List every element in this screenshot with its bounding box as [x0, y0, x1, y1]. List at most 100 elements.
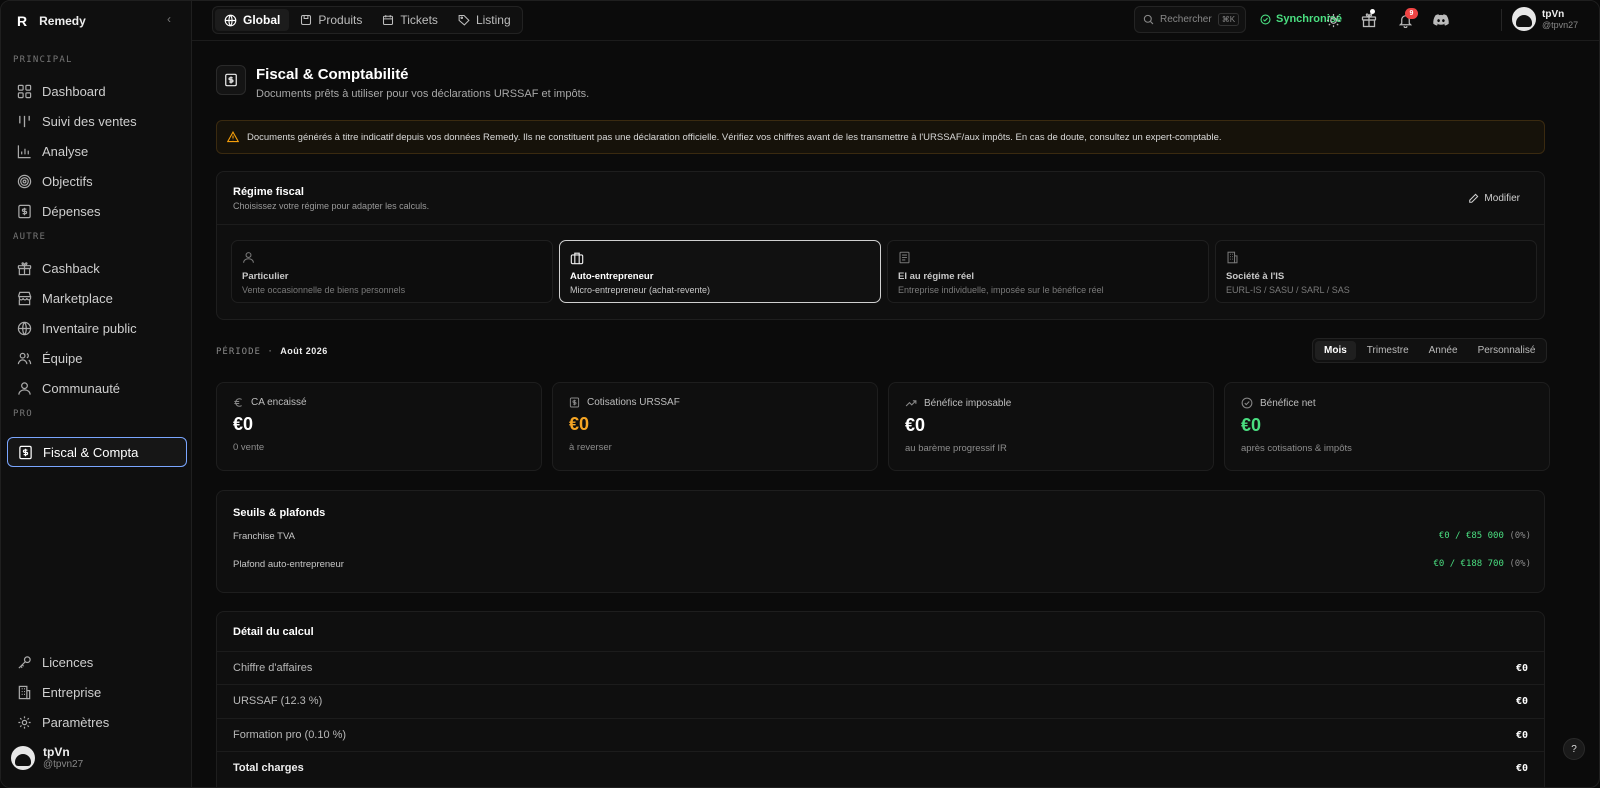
discord-icon[interactable]	[1432, 11, 1450, 29]
briefcase-icon	[570, 251, 870, 267]
regime-option-societe-is[interactable]: Société à l'IS EURL-IS / SASU / SARL / S…	[1215, 240, 1537, 303]
grid-icon	[16, 83, 32, 99]
brand[interactable]: R Remedy	[17, 11, 86, 31]
euro-icon	[233, 397, 244, 408]
stat-label: Cotisations URSSAF	[587, 397, 680, 408]
detail-value: €0	[1515, 695, 1528, 707]
avatar	[11, 745, 35, 770]
globe-icon	[224, 14, 237, 27]
store-icon	[16, 290, 32, 306]
detail-label: Chiffre d'affaires	[233, 662, 313, 674]
sidebar-item-analyse[interactable]: Analyse	[7, 136, 187, 166]
user-name: tpVn	[43, 745, 70, 759]
sidebar-item-label: Équipe	[42, 350, 83, 366]
check-circle-icon	[1260, 13, 1271, 25]
sidebar-item-dashboard[interactable]: Dashboard	[7, 76, 187, 106]
tab-listing[interactable]: Listing	[449, 9, 520, 31]
stat-sub: 0 vente	[233, 442, 265, 453]
topbar-user[interactable]: tpVn @tpvn27	[1512, 7, 1578, 31]
period-option-trimestre[interactable]: Trimestre	[1358, 341, 1418, 360]
modify-button[interactable]: Modifier	[1468, 193, 1520, 204]
collapse-sidebar-icon[interactable]: ‹	[167, 12, 171, 26]
warning-banner: Documents générés à titre indicatif depu…	[216, 120, 1545, 154]
gift-dot	[1370, 9, 1375, 14]
regime-option-sub: Entreprise individuelle, imposée sur le …	[898, 285, 1104, 295]
sidebar-item-label: Cashback	[42, 260, 100, 276]
gift-icon[interactable]	[1360, 11, 1378, 29]
detail-row: Total charges €0	[217, 751, 1544, 784]
users-icon	[16, 350, 32, 366]
section-principal: PRINCIPAL	[13, 55, 73, 65]
user-icon	[16, 380, 32, 396]
globe-icon	[16, 320, 32, 336]
check-circle-icon	[1241, 397, 1253, 409]
sidebar-user[interactable]: tpVn @tpvn27	[11, 745, 83, 770]
theme-toggle-sun-icon[interactable]	[1324, 11, 1342, 29]
seuil-value: €0 / €188 700 (0%)	[1433, 559, 1531, 570]
sidebar-item-objectifs[interactable]: Objectifs	[7, 166, 187, 196]
regime-subtitle: Choisissez votre régime pour adapter les…	[233, 201, 430, 211]
main-content: Fiscal & Comptabilité Documents prêts à …	[192, 41, 1599, 787]
period-option-annee[interactable]: Année	[1420, 341, 1467, 360]
page-title: Fiscal & Comptabilité	[256, 66, 409, 83]
sidebar-item-cashback[interactable]: Cashback	[7, 253, 187, 283]
sidebar-item-label: Dépenses	[42, 203, 101, 219]
seuil-label: Plafond auto-entrepreneur	[233, 559, 344, 570]
period-prefix: PÉRIODE ·	[216, 347, 274, 357]
sidebar-item-licences[interactable]: Licences	[7, 647, 187, 677]
sidebar-item-label: Entreprise	[42, 684, 102, 700]
regime-option-particulier[interactable]: Particulier Vente occasionnelle de biens…	[231, 240, 553, 303]
sidebar-item-label: Suivi des ventes	[42, 113, 137, 129]
sidebar-item-fiscal[interactable]: Fiscal & Compta	[7, 437, 187, 467]
search-input[interactable]: Rechercher ⌘K	[1134, 6, 1246, 33]
regime-option-sub: EURL-IS / SASU / SARL / SAS	[1226, 285, 1350, 295]
regime-option-sub: Vente occasionnelle de biens personnels	[242, 285, 406, 295]
sidebar-item-label: Communauté	[42, 380, 121, 396]
stats-row: CA encaissé €0 0 vente Cotisations URSSA…	[216, 382, 1550, 471]
sidebar-item-label: Objectifs	[42, 173, 93, 189]
sidebar-item-label: Licences	[42, 654, 94, 670]
sidebar-item-communaute[interactable]: Communauté	[7, 373, 187, 403]
stat-value: €0	[569, 414, 590, 434]
seuils-title: Seuils & plafonds	[233, 507, 326, 519]
tab-label: Tickets	[400, 13, 438, 27]
sidebar: R Remedy ‹ PRINCIPAL Dashboard Suivi des…	[1, 1, 192, 787]
regime-option-ei-reel[interactable]: EI au régime réel Entreprise individuell…	[887, 240, 1209, 303]
sidebar-item-equipe[interactable]: Équipe	[7, 343, 187, 373]
user-handle: @tpvn27	[43, 759, 84, 770]
tab-label: Global	[243, 13, 281, 27]
regime-option-auto-entrepreneur[interactable]: Auto-entrepreneur Micro-entrepreneur (ac…	[559, 240, 881, 303]
sidebar-item-label: Fiscal & Compta	[43, 444, 139, 460]
period-option-mois[interactable]: Mois	[1315, 341, 1356, 360]
sidebar-item-depenses[interactable]: Dépenses	[7, 196, 187, 226]
section-autre: AUTRE	[13, 232, 47, 242]
tab-produits[interactable]: Produits	[291, 9, 371, 31]
sidebar-item-entreprise[interactable]: Entreprise	[7, 677, 187, 707]
period-option-personnalise[interactable]: Personnalisé	[1469, 341, 1545, 360]
help-button[interactable]: ?	[1563, 738, 1585, 760]
sidebar-item-suivi-ventes[interactable]: Suivi des ventes	[7, 106, 187, 136]
card-divider	[217, 224, 1544, 225]
tab-global[interactable]: Global	[215, 9, 290, 31]
page-subtitle: Documents prêts à utiliser pour vos décl…	[256, 88, 590, 100]
section-pro: PRO	[13, 409, 33, 419]
sidebar-item-inventaire[interactable]: Inventaire public	[7, 313, 187, 343]
stat-value: €0	[1241, 415, 1262, 435]
regime-title: Régime fiscal	[233, 186, 304, 198]
detail-label: URSSAF (12.3 %)	[233, 695, 323, 707]
regime-option-sub: Micro-entrepreneur (achat-revente)	[570, 285, 711, 295]
app-window: R Remedy ‹ PRINCIPAL Dashboard Suivi des…	[0, 0, 1600, 788]
sidebar-item-parametres[interactable]: Paramètres	[7, 707, 187, 737]
building-icon	[1226, 251, 1526, 267]
modify-label: Modifier	[1484, 193, 1520, 204]
regime-option-title: EI au régime réel	[898, 271, 975, 282]
regime-card: Régime fiscal Choisissez votre régime po…	[216, 171, 1545, 320]
sidebar-item-marketplace[interactable]: Marketplace	[7, 283, 187, 313]
stat-label: CA encaissé	[251, 397, 307, 408]
scope-tabs: Global Produits Tickets Listing	[212, 6, 523, 34]
box-icon	[300, 14, 312, 26]
brand-name: Remedy	[39, 14, 86, 28]
tab-tickets[interactable]: Tickets	[373, 9, 447, 31]
topbar-divider	[1501, 9, 1502, 31]
stat-benefice-imposable: Bénéfice imposable €0 au barème progress…	[888, 382, 1214, 471]
